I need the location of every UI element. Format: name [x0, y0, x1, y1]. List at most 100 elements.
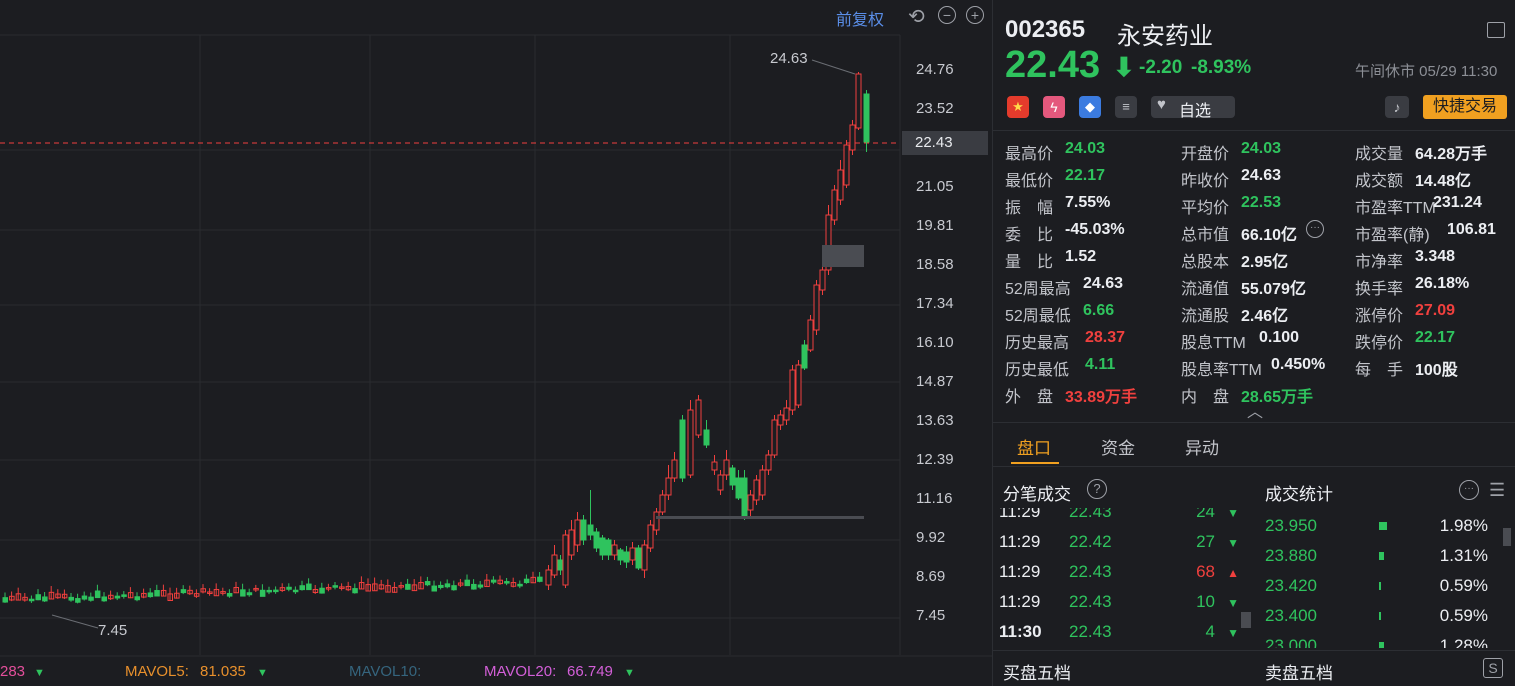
candle-body [789, 369, 796, 411]
adjust-mode-button[interactable]: 前复权 [836, 6, 884, 30]
tab-pankou[interactable]: 盘口 [1017, 434, 1051, 459]
candle-body [753, 479, 760, 501]
tab-anomaly[interactable]: 异动 [1185, 434, 1219, 459]
candle-body [299, 585, 305, 591]
stat-row: 23.880 1.31% [1263, 546, 1508, 576]
quote-value: -45.03% [1065, 221, 1125, 238]
tab-funds[interactable]: 资金 [1101, 434, 1135, 459]
candle-body [831, 189, 838, 221]
candle-body [641, 544, 648, 571]
candlestick-svg[interactable] [0, 0, 992, 686]
quote-label: 量 比 [1005, 254, 1054, 271]
quote-label: 内 盘 [1181, 389, 1230, 406]
stat-price: 23.000 [1265, 636, 1317, 648]
candle-body [246, 592, 253, 596]
dropdown-icon[interactable]: ▼ [624, 667, 635, 679]
candle-body [101, 596, 107, 602]
help-icon[interactable]: ? [1087, 479, 1107, 499]
candle-body [523, 578, 530, 584]
quote-value: 2.46亿 [1241, 308, 1289, 325]
candle-body [629, 547, 636, 561]
mavol-legend: 283 ▼ MAVOL5: 81.035 ▼ MAVOL10: MAVOL20:… [0, 660, 900, 686]
stat-pct: 1.31% [1439, 546, 1488, 565]
mavol10-label: MAVOL10: [349, 663, 422, 680]
quote-label: 平均价 [1181, 200, 1230, 217]
quote-label: 历史最低 [1005, 362, 1070, 379]
candle-body [807, 319, 814, 351]
candle-body [464, 579, 470, 587]
scrollbar[interactable] [1503, 528, 1511, 546]
candle-body [765, 454, 772, 471]
dropdown-icon[interactable]: ▼ [34, 667, 45, 679]
quote-label: 市盈率(静) [1355, 227, 1430, 244]
collapse-chevron-icon[interactable]: ︿ [1247, 398, 1263, 422]
candle-body [574, 519, 581, 546]
divider [993, 466, 1515, 467]
more-options-icon[interactable]: ··· [1459, 480, 1479, 500]
candle-body [517, 583, 523, 587]
candle-body [319, 587, 325, 594]
more-icon[interactable]: ··· [1306, 220, 1324, 238]
zoom-in-icon[interactable]: + [966, 6, 984, 24]
candle-body [729, 467, 736, 486]
candle-body [623, 551, 630, 563]
reset-icon[interactable]: ⟲ [908, 4, 925, 29]
quote-value: 26.18% [1415, 275, 1470, 292]
price-tick: 24.76 [916, 61, 954, 78]
quick-trade-button[interactable]: 快捷交易 [1423, 95, 1507, 119]
tag-icon[interactable]: ◆ [1079, 96, 1101, 118]
price-change: -2.20 [1139, 57, 1183, 78]
ticks-title: 分笔成交 [1003, 485, 1071, 504]
price-tick: 17.34 [916, 295, 954, 312]
stat-pct: 1.98% [1439, 516, 1488, 535]
price-tick: 16.10 [916, 334, 954, 351]
zoom-out-icon[interactable]: − [938, 6, 956, 24]
candle-body [843, 144, 850, 186]
stats-title: 成交统计 [1265, 485, 1333, 504]
quote-value: 55.079亿 [1241, 281, 1306, 298]
china-flag-icon: ★ [1007, 96, 1029, 118]
divider [993, 422, 1515, 423]
heart-icon: ♥ [1157, 96, 1166, 113]
list-view-icon[interactable]: ☰ [1489, 480, 1505, 501]
quote-value: 3.348 [1415, 248, 1456, 265]
candle-body [605, 539, 612, 556]
quote-label: 总股本 [1181, 254, 1230, 271]
stock-name: 永安药业 [1117, 23, 1213, 50]
candle-body [35, 594, 41, 601]
candle-body [863, 93, 870, 143]
price-tick: 13.63 [916, 412, 954, 429]
quote-label: 委 比 [1005, 227, 1054, 244]
candle-body [292, 589, 299, 593]
quote-label: 股息TTM [1181, 335, 1246, 352]
sell-five-title[interactable]: 卖盘五档 [1265, 659, 1333, 684]
stats-list[interactable]: 23.950 1.98% 23.880 1.31% 23.420 0.59% 23.400 0… [993, 508, 1515, 648]
candle-body [28, 598, 35, 602]
quote-label: 成交额 [1355, 173, 1404, 190]
candle-body [813, 284, 820, 331]
kline-chart[interactable]: 前复权 ⟲ − + 24.76 23.52 21.05 19.81 18.58 … [0, 0, 992, 686]
candle-body [75, 598, 81, 603]
dropdown-icon[interactable]: ▼ [257, 667, 268, 679]
settings-s-icon[interactable]: S [1483, 658, 1503, 678]
candle-body [240, 589, 246, 597]
margin-trading-icon[interactable]: ϟ [1043, 96, 1065, 118]
candle-body [88, 596, 94, 601]
quote-value: 64.28万手 [1415, 146, 1488, 163]
alert-bell-icon[interactable]: ♪ [1385, 96, 1409, 118]
candle-body [703, 429, 710, 446]
layout-icon[interactable] [1487, 22, 1505, 38]
candle-body [837, 169, 844, 201]
stat-price: 23.880 [1265, 546, 1317, 565]
buy-five-title[interactable]: 买盘五档 [1003, 659, 1071, 684]
stock-code: 002365 [1005, 16, 1086, 43]
candle-body [580, 519, 587, 541]
price-tick: 23.52 [916, 100, 954, 117]
price-tick: 14.87 [916, 373, 954, 390]
quote-value: 22.17 [1415, 329, 1456, 346]
quote-label: 跌停价 [1355, 335, 1404, 352]
notes-icon[interactable]: ≡ [1115, 96, 1137, 118]
mavol5-value: 81.035 [200, 663, 246, 680]
quote-value: 231.24 [1433, 194, 1482, 211]
candle-body [273, 589, 279, 593]
